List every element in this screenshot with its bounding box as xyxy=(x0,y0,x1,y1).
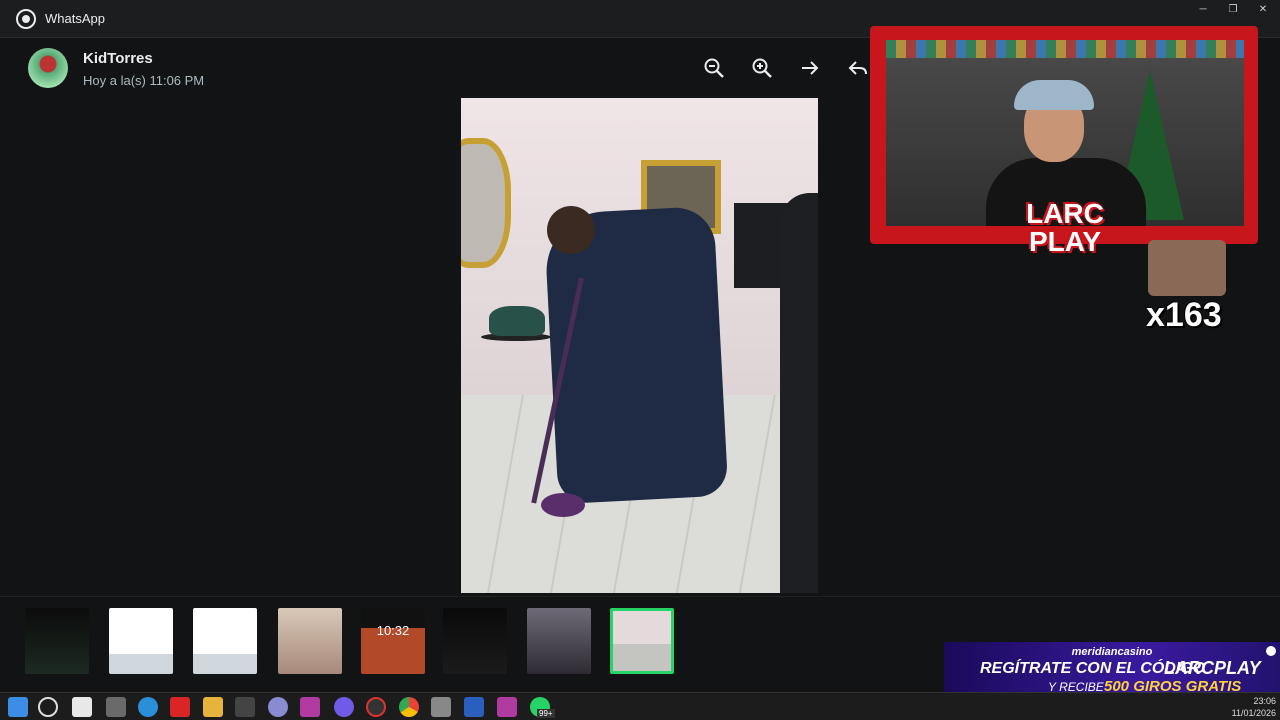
windows-taskbar xyxy=(0,692,1280,720)
thumbnail-item[interactable] xyxy=(278,608,342,674)
stream-brand-logo: LARC PLAY xyxy=(1026,198,1104,257)
photo-bag xyxy=(489,306,545,336)
folder-icon[interactable] xyxy=(203,697,223,717)
reply-icon[interactable] xyxy=(846,57,870,81)
photo-person-head xyxy=(547,206,595,254)
zoom-in-icon[interactable] xyxy=(750,57,774,81)
banner-code: LARCPLAY xyxy=(1164,658,1261,678)
app-g-icon[interactable] xyxy=(235,697,255,717)
app-cat-icon[interactable] xyxy=(106,697,126,717)
word-icon[interactable] xyxy=(464,697,484,717)
clock-date: 11/01/2026 xyxy=(1231,708,1276,718)
app-red-icon[interactable] xyxy=(170,697,190,717)
app-pink-icon[interactable] xyxy=(300,697,320,717)
store-icon[interactable] xyxy=(72,697,92,717)
sender-name: KidTorres xyxy=(83,50,153,67)
thumbnail-item[interactable] xyxy=(443,608,507,674)
zoom-out-icon[interactable] xyxy=(702,57,726,81)
start-icon[interactable] xyxy=(8,697,28,717)
app-pink2-icon[interactable] xyxy=(497,697,517,717)
media-viewer-image[interactable] xyxy=(461,98,818,593)
search-icon[interactable] xyxy=(38,697,58,717)
thumbnail-item-selected[interactable] xyxy=(610,608,674,674)
avatar[interactable] xyxy=(28,48,68,88)
thumbnail-item[interactable]: 10:32 xyxy=(361,608,425,674)
thumbnail-item[interactable] xyxy=(25,608,89,674)
thumbnail-item[interactable] xyxy=(527,608,591,674)
photo-mirror xyxy=(461,138,511,268)
notification-badge: 99+ xyxy=(537,709,555,718)
minimize-button[interactable]: ─ xyxy=(1188,4,1218,18)
app-title: WhatsApp xyxy=(45,11,105,26)
emote-image xyxy=(1148,240,1226,296)
app-game-icon[interactable] xyxy=(268,697,288,717)
chrome-icon[interactable] xyxy=(399,697,419,717)
forward-arrow-icon[interactable] xyxy=(798,57,822,81)
whatsapp-logo-icon xyxy=(16,9,36,29)
streamer-cap xyxy=(1014,80,1094,110)
calculator-icon[interactable] xyxy=(431,697,451,717)
clock-time: 23:06 xyxy=(1253,696,1276,706)
thumbnail-item[interactable] xyxy=(109,608,173,674)
close-button[interactable]: ✕ xyxy=(1248,4,1278,18)
system-clock[interactable]: 23:06 11/01/2026 xyxy=(1232,695,1276,719)
message-timestamp: Hoy a la(s) 11:06 PM xyxy=(83,73,205,88)
thumbnail-item[interactable] xyxy=(193,608,257,674)
photo-shadow-figure xyxy=(780,193,818,593)
emote-count: x163 xyxy=(1146,296,1222,334)
christmas-lights xyxy=(886,40,1244,58)
edge-icon[interactable] xyxy=(138,697,158,717)
restore-button[interactable]: ❐ xyxy=(1218,4,1248,18)
banner-close-icon[interactable] xyxy=(1266,646,1276,656)
discord-icon[interactable] xyxy=(334,697,354,717)
photo-mop-head xyxy=(541,493,585,517)
banner-brand: meridiancasino xyxy=(1071,646,1153,658)
app-obs-icon[interactable] xyxy=(366,697,386,717)
